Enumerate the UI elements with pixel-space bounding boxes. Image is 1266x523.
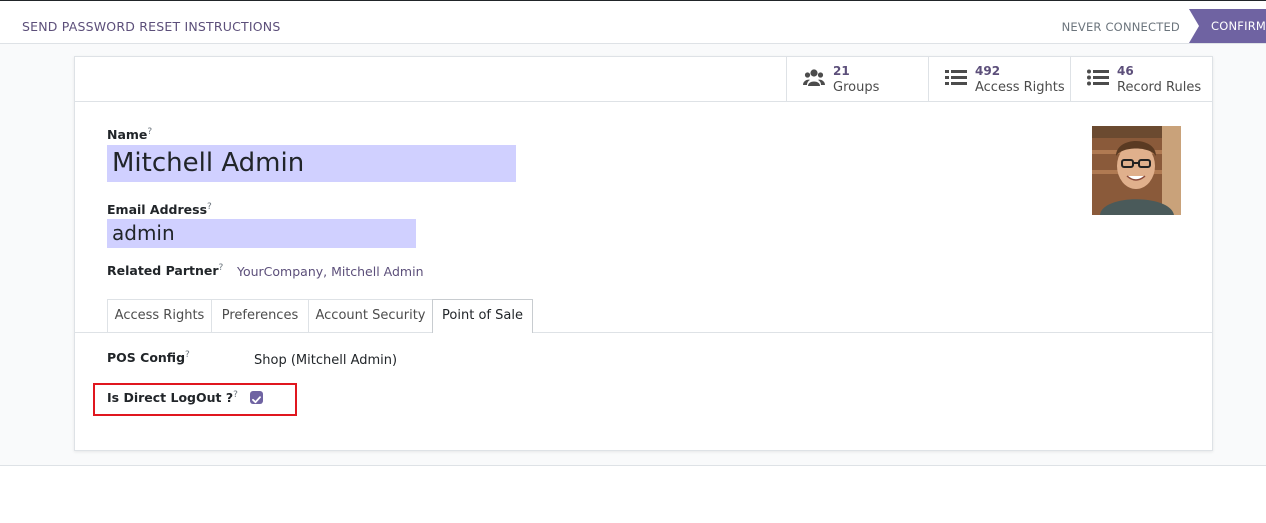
related-partner-label-text: Related Partner [107,263,219,279]
help-tooltip-icon[interactable]: ? [219,263,224,273]
record-rules-button[interactable]: 46 Record Rules [1070,57,1212,101]
pos-config-label: POS Config? [107,350,190,365]
stage-confirm-label: CONFIRM [1211,19,1266,33]
highlight-box [93,383,297,416]
related-partner-label: Related Partner? [107,263,223,278]
send-password-reset-button[interactable]: SEND PASSWORD RESET INSTRUCTIONS [22,19,280,34]
name-label: Name? [107,127,152,142]
email-label-text: Email Address [107,202,208,218]
record-rules-label: Record Rules [1117,80,1202,95]
pos-config-label-text: POS Config [107,350,186,366]
help-tooltip-icon[interactable]: ? [207,202,212,212]
tab-point-of-sale[interactable]: Point of Sale [432,299,533,333]
stage-never-connected[interactable]: NEVER CONNECTED [1062,20,1180,34]
list-bullets-icon [1087,69,1109,86]
avatar[interactable] [1092,126,1181,215]
tab-account-security[interactable]: Account Security [308,299,433,332]
stage-chevron-icon [1189,9,1199,43]
smart-button-box: 21 Groups 492 Access Rights 46 Record Ru… [75,57,1212,102]
email-field[interactable]: admin [107,219,416,248]
email-label: Email Address? [107,202,212,217]
status-bar: SEND PASSWORD RESET INSTRUCTIONS NEVER C… [0,9,1266,44]
related-partner-link[interactable]: YourCompany, Mitchell Admin [237,264,424,279]
access-rights-count: 492 [975,64,1001,78]
top-border [0,0,1266,1]
access-rights-label: Access Rights [975,80,1065,95]
groups-label: Groups [833,80,880,95]
help-tooltip-icon[interactable]: ? [185,350,190,360]
users-icon [803,69,825,86]
user-photo [1092,126,1181,215]
notebook-tabs: Access Rights Preferences Account Securi… [75,299,1212,333]
stage-confirm[interactable]: CONFIRM [1189,9,1266,43]
list-icon [945,70,967,85]
record-rules-count: 46 [1117,64,1134,78]
groups-count: 21 [833,64,850,78]
tab-access-rights[interactable]: Access Rights [107,299,212,332]
name-field[interactable]: Mitchell Admin [107,145,516,182]
help-tooltip-icon[interactable]: ? [147,127,152,137]
pos-config-value[interactable]: Shop (Mitchell Admin) [254,353,397,368]
groups-button[interactable]: 21 Groups [786,57,928,101]
name-label-text: Name [107,127,148,143]
access-rights-button[interactable]: 492 Access Rights [928,57,1070,101]
tab-preferences[interactable]: Preferences [211,299,309,332]
